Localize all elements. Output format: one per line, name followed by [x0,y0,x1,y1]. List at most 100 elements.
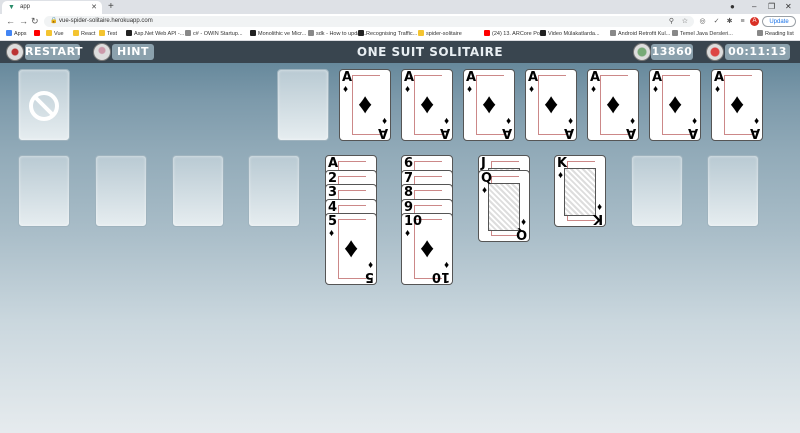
court-figure-icon [564,168,596,216]
foundation-completed-card[interactable]: ♦ A ♦ A ♦ [463,69,515,141]
diamond-suit-icon: ♦ [520,215,526,227]
tableau-empty-slot[interactable] [95,155,147,227]
browser-toolbar: ← → ↻ 🔒 vue-spider-solitaire.herokuapp.c… [0,14,800,29]
bookmark-item[interactable]: Android Retrofit Kul... [610,29,670,40]
card-rank: 3 [328,185,338,200]
bookmark-item[interactable]: Reading list [757,29,794,40]
card-rank-bottom: A [439,125,450,140]
foundation-completed-card[interactable]: ♦ A ♦ A ♦ [525,69,577,141]
hint-icon[interactable] [93,43,111,61]
foundation-completed-card[interactable]: ♦ A ♦ A ♦ [711,69,763,141]
bookmark-label: Vue [54,31,64,37]
bookmark-label: Monolithic ve Micr... [258,31,307,37]
avatar[interactable]: A [750,17,759,26]
foundation-empty-slot [277,69,329,141]
diamond-suit-icon: ♦ [591,84,597,95]
score-icon [633,43,651,61]
address-bar[interactable]: 🔒 vue-spider-solitaire.herokuapp.com ⚲ ☆ [44,16,694,27]
tableau-empty-slot[interactable] [18,155,70,227]
reload-icon[interactable]: ↻ [31,15,39,28]
new-tab-icon[interactable]: + [108,1,114,13]
foundation-completed-card[interactable]: ♦ A ♦ A ♦ [401,69,453,141]
stock-pile[interactable] [18,69,70,141]
bookmark-item[interactable]: Vue [46,29,64,40]
foundation-completed-card[interactable]: ♦ A ♦ A ♦ [649,69,701,141]
bookmark-item[interactable]: React [73,29,95,40]
bookmark-item[interactable]: Monolithic ve Micr... [250,29,306,40]
url-text: vue-spider-solitaire.herokuapp.com [59,18,153,24]
diamond-suit-icon: ♦ [715,84,721,95]
tableau-card[interactable]: ♦ 5 ♦ 5 ♦ [325,213,377,285]
browser-tab[interactable]: ▼ app ✕ [2,1,102,14]
card-rank-bottom: A [501,125,512,140]
diamond-pip-icon: ♦ [482,88,497,119]
diamond-suit-icon: ♦ [405,228,411,239]
card-rank: 6 [404,156,414,171]
window-close-icon[interactable]: ✕ [785,0,792,14]
bookmark-item[interactable] [34,29,42,40]
no-more-deals-icon [29,91,59,121]
tableau-card[interactable]: K ♦ K ♦ [554,155,606,227]
bookmark-favicon-icon [308,30,314,36]
tableau-card[interactable]: Q ♦ Q ♦ [478,169,530,242]
tableau-empty-slot[interactable] [631,155,683,227]
bookmark-label: Asp.Net Web API -... [134,31,185,37]
card-rank-bottom: A [377,125,388,140]
card-rank-bottom: A [625,125,636,140]
bookmark-item[interactable]: Video Mülakatlarda... [540,29,600,40]
diamond-pip-icon: ♦ [344,232,359,263]
bookmark-item[interactable]: Apps [6,29,27,40]
diamond-pip-icon: ♦ [358,88,373,119]
card-rank: 5 [328,214,338,229]
bookmark-item[interactable]: Test [99,29,117,40]
card-rank: A [528,70,539,85]
bookmark-favicon-icon [610,30,616,36]
diamond-suit-icon: ♦ [753,115,759,126]
card-rank: A [590,70,601,85]
tableau-empty-slot[interactable] [707,155,759,227]
diamond-pip-icon: ♦ [544,88,559,119]
diamond-suit-icon: ♦ [343,84,349,95]
extension-icon[interactable]: ◎ [698,17,707,26]
bookmark-label: Reading list [765,31,794,37]
card-rank: 7 [404,170,414,186]
bookmark-favicon-icon [73,30,79,36]
card-rank: 4 [328,199,338,215]
diamond-suit-icon: ♦ [505,115,511,126]
hint-button[interactable]: HINT [112,44,154,60]
back-icon[interactable]: ← [6,15,15,28]
bookmark-star-icon[interactable]: ☆ [682,16,688,27]
tableau-empty-slot[interactable] [248,155,300,227]
forward-icon[interactable]: → [19,15,28,28]
card-rank: J [481,156,486,171]
update-button[interactable]: Update [762,16,796,27]
bookmark-favicon-icon [484,30,490,36]
tableau-card[interactable]: ♦ 10 ♦ 10 ♦ [401,213,453,285]
diamond-suit-icon: ♦ [482,184,488,196]
restart-button[interactable]: RESTART [25,44,83,60]
bookmark-item[interactable]: spider-solitaire [418,29,462,40]
bookmark-favicon-icon [6,30,12,36]
card-rank: 9 [404,199,414,215]
media-icon[interactable]: ≡ [738,17,747,26]
close-tab-icon[interactable]: ✕ [91,1,97,14]
extension-check-icon[interactable]: ✓ [712,17,721,26]
profile-circle-icon[interactable]: ● [730,0,735,14]
foundation-completed-card[interactable]: ♦ A ♦ A ♦ [587,69,639,141]
extension-puzzle-icon[interactable]: ✱ [725,17,734,26]
bookmark-item[interactable]: Recognising Traffic... [358,29,417,40]
minimize-icon[interactable]: – [752,0,756,14]
bookmark-item[interactable]: (24) 13. ARCore Por... [484,29,546,40]
bookmark-item[interactable]: c# - OWIN Startup... [185,29,243,40]
bookmark-item[interactable]: Asp.Net Web API -... [126,29,184,40]
maximize-icon[interactable]: ❐ [768,0,775,14]
zoom-icon[interactable]: ⚲ [669,16,674,27]
tableau-empty-slot[interactable] [172,155,224,227]
bookmark-favicon-icon [418,30,424,36]
foundation-completed-card[interactable]: ♦ A ♦ A ♦ [339,69,391,141]
restart-icon[interactable] [6,43,24,61]
diamond-pip-icon: ♦ [420,88,435,119]
bookmark-item[interactable]: Temel Java Dersleri... [672,29,733,40]
bookmark-favicon-icon [46,30,52,36]
card-rank: A [342,70,353,85]
